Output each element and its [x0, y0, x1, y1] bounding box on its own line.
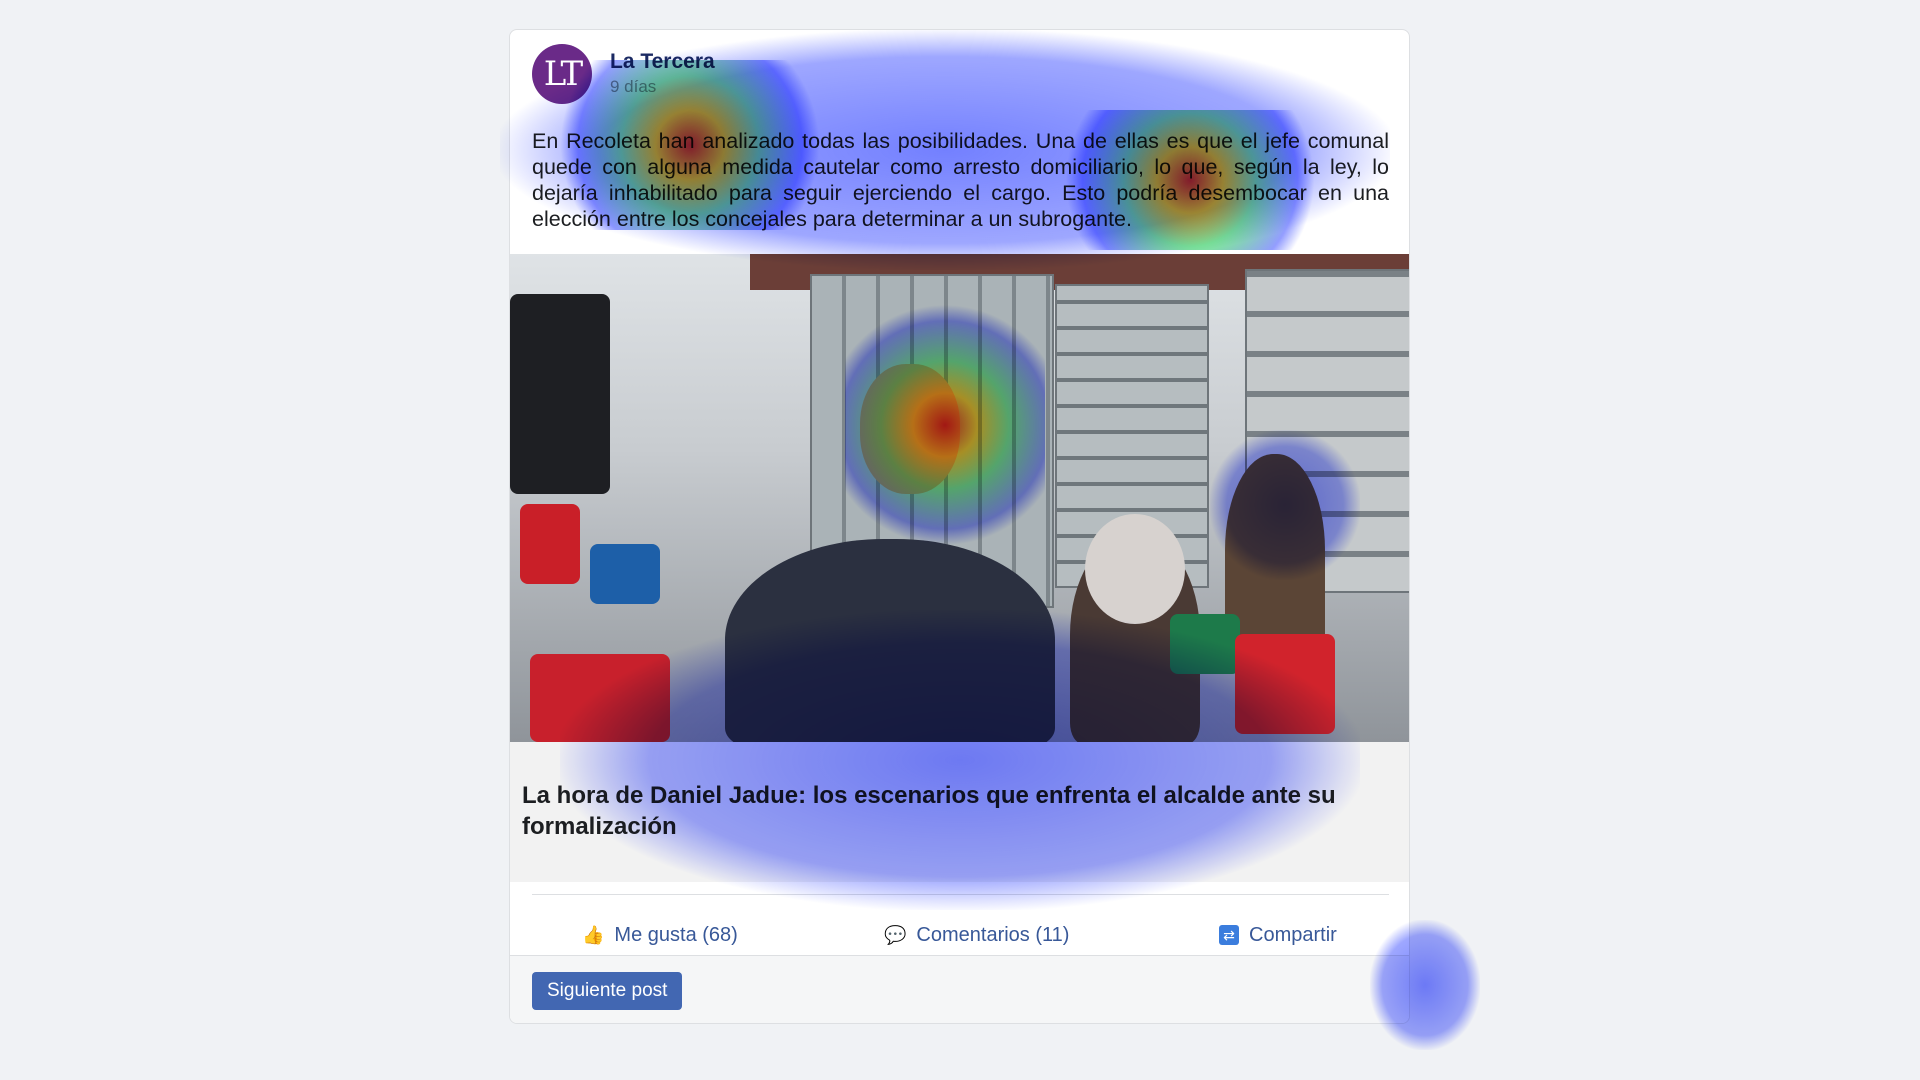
next-post-button[interactable]: Siguiente post [532, 972, 683, 1010]
person-main-head [860, 364, 960, 494]
camera [510, 294, 610, 494]
avatar[interactable]: LT [532, 44, 592, 104]
share-label: Compartir [1249, 923, 1337, 946]
speech-bubble-icon: 💬 [884, 925, 907, 945]
microphone [1170, 614, 1240, 674]
comment-label: Comentarios (11) [916, 923, 1070, 946]
microphone [1235, 634, 1335, 734]
link-preview[interactable]: La hora de Daniel Jadue: los escenarios … [510, 742, 1409, 882]
thumbs-up-icon: 👍 [582, 925, 605, 945]
post-footer: Siguiente post [510, 955, 1409, 1023]
person-main [725, 539, 1055, 742]
like-button[interactable]: 👍 Me gusta (68) [582, 910, 738, 960]
person [1225, 454, 1325, 654]
like-label: Me gusta (68) [614, 923, 738, 946]
post-card: LT La Tercera 9 días En Recoleta han ana… [509, 29, 1410, 1024]
action-bar: 👍 Me gusta (68) 💬 Comentarios (11) ⇄ Com… [510, 910, 1409, 960]
share-icon: ⇄ [1219, 925, 1239, 945]
post-timestamp[interactable]: 9 días [610, 77, 656, 97]
comment-button[interactable]: 💬 Comentarios (11) [884, 910, 1069, 960]
post-text: En Recoleta han analizado todas las posi… [532, 129, 1389, 231]
microphone [590, 544, 660, 604]
microphone [520, 504, 580, 584]
microphone [530, 654, 670, 742]
link-title[interactable]: La hora de Daniel Jadue: los escenarios … [522, 780, 1342, 842]
divider [532, 894, 1389, 895]
post-image[interactable] [510, 254, 1409, 742]
person-head [1085, 514, 1185, 624]
share-button[interactable]: ⇄ Compartir [1219, 910, 1337, 960]
author-name[interactable]: La Tercera [610, 50, 715, 74]
